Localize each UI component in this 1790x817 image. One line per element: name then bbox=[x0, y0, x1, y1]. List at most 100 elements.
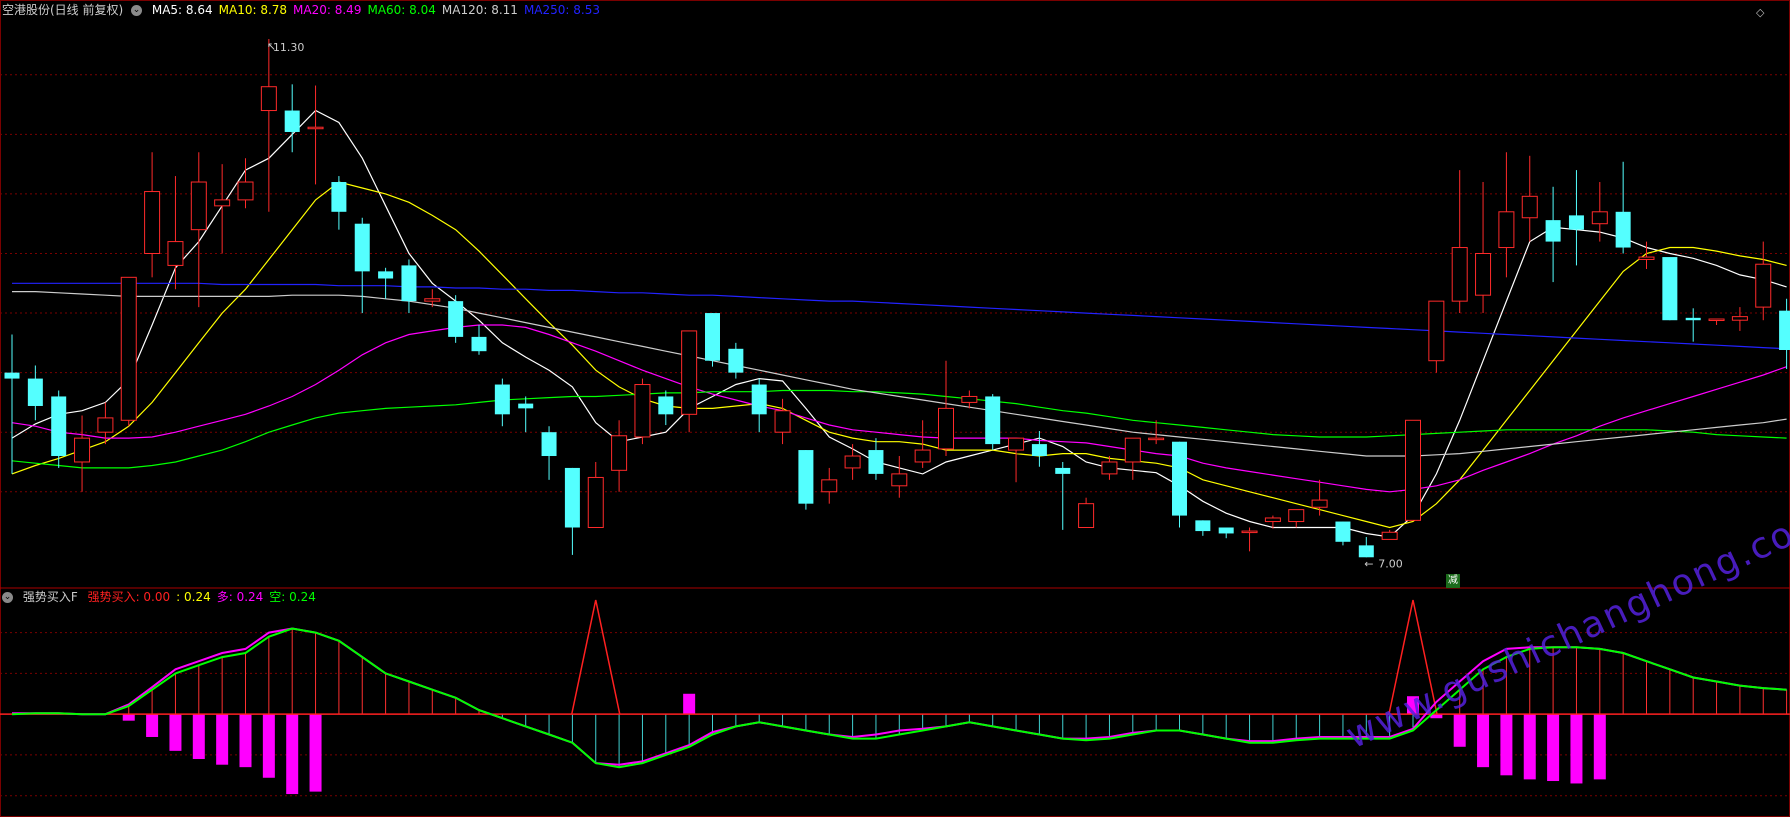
candle-up bbox=[681, 330, 698, 415]
ma120-line bbox=[12, 291, 1787, 457]
candle-down bbox=[1195, 520, 1211, 532]
candle-down bbox=[1358, 545, 1374, 558]
candle-up bbox=[961, 395, 978, 403]
candle-up bbox=[938, 407, 954, 450]
reduce-signal-badge: 减 bbox=[1446, 574, 1460, 588]
candle-down bbox=[798, 450, 814, 504]
candle-up bbox=[237, 181, 254, 201]
candle-down bbox=[401, 265, 417, 302]
candle-up bbox=[1708, 318, 1725, 322]
candle-up bbox=[424, 298, 441, 302]
indicator-bar bbox=[216, 714, 229, 765]
candle-down bbox=[1218, 527, 1234, 534]
indicator-bar bbox=[239, 714, 252, 768]
candle-down bbox=[4, 372, 20, 379]
candle-up bbox=[1381, 531, 1398, 540]
candle-up bbox=[1288, 509, 1305, 523]
candle-down bbox=[868, 450, 884, 474]
candle-up bbox=[1451, 247, 1468, 302]
candle-down bbox=[1779, 310, 1790, 350]
candle-down bbox=[1568, 215, 1584, 230]
candle-up bbox=[1008, 437, 1025, 451]
candle-down bbox=[471, 336, 487, 352]
candle-up bbox=[97, 417, 114, 433]
candle-down bbox=[1685, 317, 1701, 321]
indicator-bar bbox=[1570, 714, 1583, 784]
candle-up bbox=[844, 455, 861, 469]
candle-down bbox=[985, 396, 1001, 445]
candle-up bbox=[1101, 461, 1118, 475]
indicator-bar bbox=[146, 714, 159, 737]
candle-up bbox=[914, 449, 931, 463]
indicator-bar bbox=[1523, 714, 1536, 780]
indicator-bar bbox=[286, 714, 299, 795]
candle-up bbox=[821, 479, 838, 493]
candle-down bbox=[564, 467, 580, 528]
candle-down bbox=[751, 384, 767, 415]
candle-down bbox=[705, 313, 720, 361]
indicator-bar bbox=[1477, 714, 1490, 768]
candle-down bbox=[448, 301, 464, 337]
low-arrow-icon: ← bbox=[1364, 557, 1373, 570]
candle-down bbox=[1662, 257, 1678, 321]
candle-up bbox=[1078, 503, 1095, 528]
indicator-bar bbox=[262, 714, 275, 778]
candle-up bbox=[1755, 263, 1772, 308]
candle-up bbox=[214, 199, 231, 207]
buy-signal-peak bbox=[571, 599, 621, 715]
candle-up bbox=[1591, 211, 1608, 225]
candle-up bbox=[1241, 530, 1258, 534]
candle-up bbox=[1638, 256, 1655, 260]
candle-up bbox=[1405, 419, 1421, 521]
candle-down bbox=[1172, 441, 1187, 516]
indicator-bar bbox=[192, 714, 205, 759]
ma250-line bbox=[12, 282, 1787, 350]
candle-up bbox=[891, 473, 908, 487]
high-price-label: 11.30 bbox=[273, 41, 305, 54]
candle-up bbox=[74, 437, 91, 463]
indicator-bar bbox=[309, 714, 322, 792]
candle-down bbox=[331, 182, 347, 212]
indicator-bar bbox=[169, 714, 182, 751]
candle-up bbox=[1731, 316, 1748, 321]
candle-down bbox=[1335, 521, 1351, 542]
candle-up bbox=[1428, 300, 1445, 362]
candle-up bbox=[120, 276, 137, 421]
indicator-bar bbox=[1453, 714, 1466, 747]
candle-down bbox=[378, 271, 394, 279]
indicator-bar bbox=[683, 693, 696, 715]
candle-down bbox=[1545, 220, 1561, 242]
candle-up bbox=[587, 476, 604, 528]
indicator-bar bbox=[1547, 714, 1560, 782]
candle-down bbox=[658, 396, 674, 415]
candle-up bbox=[1124, 437, 1141, 463]
candle-up bbox=[260, 86, 277, 112]
candle-down bbox=[51, 396, 67, 457]
candle-up bbox=[190, 181, 207, 231]
candle-up bbox=[611, 435, 628, 471]
candle-down bbox=[728, 348, 744, 373]
stock-chart[interactable]: ↖← 11.30 7.00 bbox=[0, 0, 1790, 817]
indicator-bar bbox=[1593, 714, 1606, 780]
candle-up bbox=[1264, 517, 1281, 523]
candle-down bbox=[284, 110, 300, 132]
candle-down bbox=[1055, 467, 1071, 474]
candle-up bbox=[774, 410, 791, 433]
candle-down bbox=[27, 378, 43, 406]
candle-down bbox=[518, 403, 534, 409]
candle-down bbox=[541, 432, 557, 457]
indicator-plot bbox=[0, 599, 1790, 797]
candle-up bbox=[167, 241, 184, 266]
candle-up bbox=[307, 126, 324, 130]
candle-up bbox=[1148, 437, 1165, 441]
candle-up bbox=[1498, 211, 1515, 249]
low-price-label: 7.00 bbox=[1378, 557, 1403, 570]
candle-down bbox=[1031, 444, 1047, 457]
candle-down bbox=[354, 223, 370, 272]
candle-down bbox=[494, 384, 510, 415]
candle-up bbox=[1311, 499, 1328, 508]
candle-up bbox=[634, 384, 651, 438]
candlesticks: ↖← bbox=[4, 39, 1790, 570]
candle-up bbox=[1521, 195, 1538, 219]
candle-up bbox=[1475, 252, 1492, 296]
